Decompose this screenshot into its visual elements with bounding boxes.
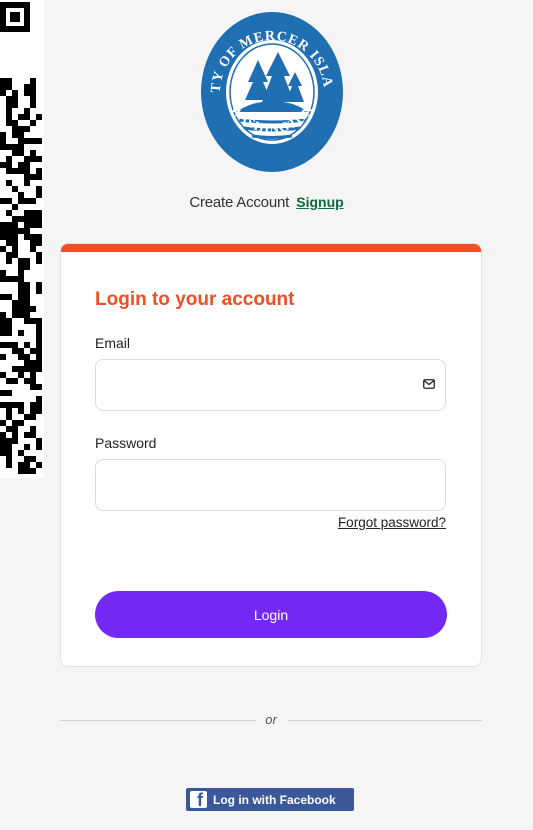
facebook-login-button[interactable]: f Log in with Facebook: [186, 788, 354, 811]
card-accent-bar: [61, 244, 481, 252]
email-label: Email: [95, 335, 131, 351]
divider-line-right: [288, 720, 482, 721]
login-button[interactable]: Login: [95, 591, 447, 638]
or-divider: or: [60, 712, 482, 728]
qr-code: [0, 0, 44, 478]
forgot-password-link[interactable]: Forgot password?: [338, 515, 446, 530]
password-field[interactable]: [96, 460, 420, 508]
login-title: Login to your account: [95, 289, 295, 310]
create-account-row: Create Account Signup: [0, 194, 533, 211]
mail-icon: [423, 379, 435, 389]
email-field-wrapper: [95, 359, 446, 411]
login-card: Login to your account Email Password For…: [60, 243, 482, 667]
password-field-wrapper: [95, 459, 446, 511]
password-label: Password: [95, 435, 157, 451]
create-account-text: Create Account: [189, 194, 290, 211]
city-logo: CITY OF MERCER ISLAND WASHINGTON: [192, 0, 346, 176]
signup-link[interactable]: Signup: [296, 194, 343, 210]
email-field[interactable]: [96, 360, 420, 408]
facebook-icon: f: [190, 791, 207, 808]
facebook-login-label: Log in with Facebook: [213, 792, 336, 807]
facebook-icon-letter: f: [197, 791, 203, 808]
